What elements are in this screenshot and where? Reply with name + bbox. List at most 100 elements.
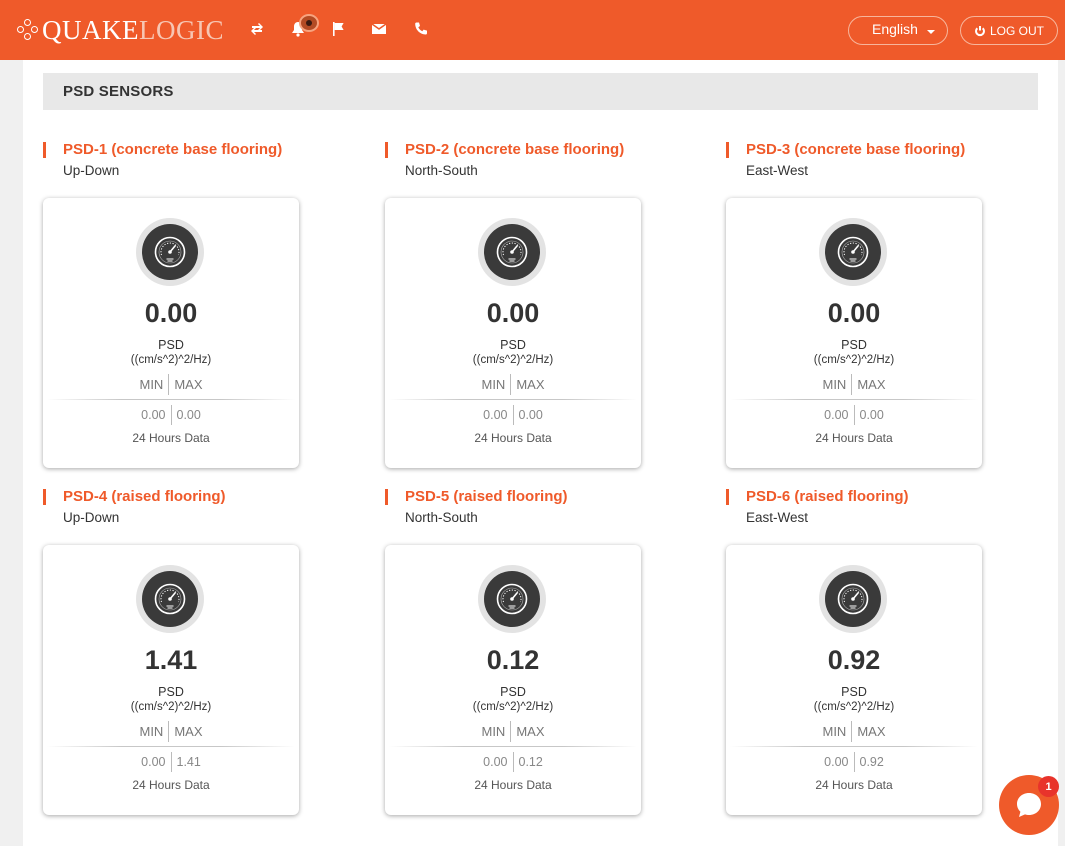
sensor-card-psd-6[interactable]: 0.92 PSD ((cm/s^2)^2/Hz) MIN MAX 0.00 0.92 24 H…: [726, 545, 982, 815]
sensor-card-psd-4[interactable]: 1.41 PSD ((cm/s^2)^2/Hz) MIN MAX 0.00 1.41 24 H…: [43, 545, 299, 815]
sensor-name: PSD-5 (raised flooring): [405, 488, 568, 505]
divider: [47, 399, 295, 400]
logo-text-part1: QUAKE: [42, 15, 139, 45]
divider: [730, 399, 978, 400]
sensor-card-psd-3[interactable]: 0.00 PSD ((cm/s^2)^2/Hz) MIN MAX 0.00 0.00 24 H…: [726, 198, 982, 468]
logout-label: LOG OUT: [989, 23, 1044, 38]
psd-unit: ((cm/s^2)^2/Hz): [472, 701, 554, 713]
language-select-value: English: [872, 21, 918, 37]
sensor-name: PSD-2 (concrete base flooring): [405, 141, 625, 158]
notification-indicator[interactable]: [299, 14, 319, 32]
min-max-values: 0.00 0.92: [726, 752, 982, 772]
min-value: 0.00: [824, 755, 849, 769]
mail-icon[interactable]: [368, 18, 390, 40]
max-value: 1.41: [170, 752, 206, 772]
sensor-direction: East-West: [746, 163, 809, 178]
min-label: MIN: [481, 377, 506, 392]
psd-value: 0.92: [827, 645, 881, 675]
period-label: 24 Hours Data: [132, 431, 210, 445]
sensor-title-psd-5: PSD-5 (raised flooring): [385, 489, 568, 505]
sensor-name: PSD-3 (concrete base flooring): [746, 141, 966, 158]
min-max-labels: MIN MAX: [43, 374, 299, 395]
psd-unit: ((cm/s^2)^2/Hz): [130, 701, 212, 713]
period-label: 24 Hours Data: [474, 431, 552, 445]
chat-unread-badge: 1: [1038, 776, 1059, 797]
max-label: MAX: [851, 374, 890, 395]
divider: [389, 399, 637, 400]
min-value: 0.00: [483, 755, 508, 769]
language-select[interactable]: English: [848, 16, 948, 45]
sensor-title-psd-4: PSD-4 (raised flooring): [43, 489, 226, 505]
min-label: MIN: [822, 724, 847, 739]
swap-icon[interactable]: [246, 18, 268, 40]
flag-icon[interactable]: [327, 18, 349, 40]
sensor-direction: Up-Down: [63, 163, 120, 178]
gauge-icon-ring: [136, 565, 204, 633]
sensor-card-psd-2[interactable]: 0.00 PSD ((cm/s^2)^2/Hz) MIN MAX 0.00 0.00 24 H…: [385, 198, 641, 468]
gauge-icon: [142, 224, 198, 280]
min-label: MIN: [139, 724, 164, 739]
min-label: MIN: [481, 724, 506, 739]
psd-value: 0.12: [486, 645, 540, 675]
min-max-values: 0.00 0.12: [385, 752, 641, 772]
psd-value: 0.00: [144, 298, 198, 328]
sensor-direction: Up-Down: [63, 510, 120, 525]
min-max-labels: MIN MAX: [385, 721, 641, 742]
period-label: 24 Hours Data: [132, 778, 210, 792]
psd-label: PSD: [500, 338, 526, 352]
psd-label: PSD: [158, 685, 184, 699]
max-value: 0.00: [512, 405, 548, 425]
sensor-name: PSD-4 (raised flooring): [63, 488, 226, 505]
psd-unit: ((cm/s^2)^2/Hz): [472, 354, 554, 366]
sensor-card-psd-5[interactable]: 0.12 PSD ((cm/s^2)^2/Hz) MIN MAX 0.00 0.12 24 H…: [385, 545, 641, 815]
min-label: MIN: [139, 377, 164, 392]
psd-value: 1.41: [144, 645, 198, 675]
psd-value: 0.00: [827, 298, 881, 328]
min-max-labels: MIN MAX: [726, 374, 982, 395]
quakelogic-logo[interactable]: QUAKELOGIC: [17, 14, 224, 46]
sensor-name: PSD-1 (concrete base flooring): [63, 141, 283, 158]
divider: [389, 746, 637, 747]
psd-unit: ((cm/s^2)^2/Hz): [813, 701, 895, 713]
sensor-card-psd-1[interactable]: 0.00 PSD ((cm/s^2)^2/Hz) MIN MAX 0.00 0.00 24 H…: [43, 198, 299, 468]
min-label: MIN: [822, 377, 847, 392]
logo-text: QUAKELOGIC: [42, 14, 224, 46]
max-label: MAX: [851, 721, 890, 742]
power-icon: [975, 25, 985, 36]
max-label: MAX: [168, 721, 207, 742]
min-value: 0.00: [483, 408, 508, 422]
max-label: MAX: [510, 721, 549, 742]
logo-mark-icon: [17, 19, 39, 41]
gauge-icon-ring: [819, 565, 887, 633]
min-max-labels: MIN MAX: [43, 721, 299, 742]
min-value: 0.00: [141, 408, 166, 422]
max-value: 0.00: [170, 405, 206, 425]
caret-down-icon: [927, 30, 935, 34]
sensor-title-psd-6: PSD-6 (raised flooring): [726, 489, 909, 505]
gauge-icon: [825, 571, 881, 627]
section-header: PSD SENSORS: [43, 73, 1038, 110]
min-max-values: 0.00 0.00: [385, 405, 641, 425]
max-value: 0.12: [512, 752, 548, 772]
min-max-values: 0.00 0.00: [43, 405, 299, 425]
gauge-icon: [484, 224, 540, 280]
top-navbar: QUAKELOGIC English LOG OUT: [0, 0, 1065, 60]
logout-button[interactable]: LOG OUT: [960, 16, 1058, 45]
gauge-icon: [484, 571, 540, 627]
gauge-icon-ring: [478, 218, 546, 286]
max-value: 0.92: [853, 752, 889, 772]
min-max-values: 0.00 1.41: [43, 752, 299, 772]
min-max-values: 0.00 0.00: [726, 405, 982, 425]
psd-label: PSD: [158, 338, 184, 352]
psd-label: PSD: [841, 338, 867, 352]
sensor-name: PSD-6 (raised flooring): [746, 488, 909, 505]
period-label: 24 Hours Data: [474, 778, 552, 792]
psd-unit: ((cm/s^2)^2/Hz): [130, 354, 212, 366]
sensor-title-psd-3: PSD-3 (concrete base flooring): [726, 142, 965, 158]
main-content: PSD SENSORS PSD-1 (concrete base floorin…: [23, 60, 1058, 846]
min-max-labels: MIN MAX: [726, 721, 982, 742]
min-value: 0.00: [141, 755, 166, 769]
psd-unit: ((cm/s^2)^2/Hz): [813, 354, 895, 366]
sensor-title-psd-2: PSD-2 (concrete base flooring): [385, 142, 624, 158]
phone-icon[interactable]: [410, 18, 432, 40]
